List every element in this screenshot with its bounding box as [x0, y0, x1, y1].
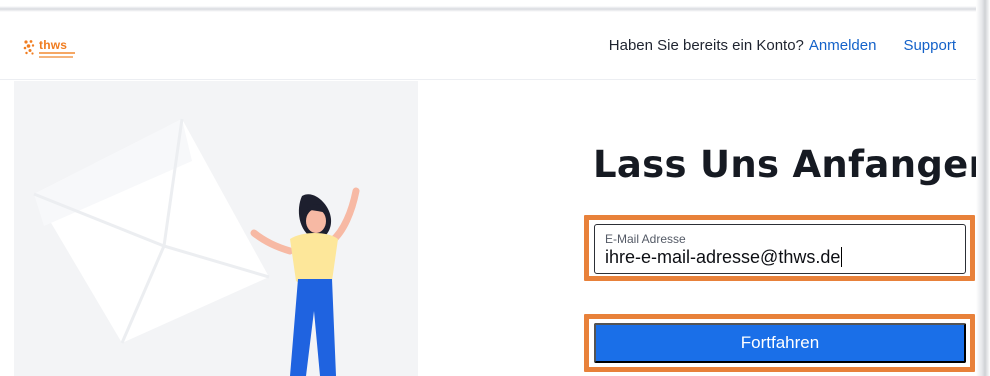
email-field[interactable]: E-Mail Adresse ihre-e-mail-adresse@thws.… [594, 224, 966, 274]
email-field-value: ihre-e-mail-adresse@thws.de [605, 247, 841, 267]
welcome-illustration [14, 81, 418, 376]
login-link[interactable]: Anmelden [809, 37, 877, 54]
support-link[interactable]: Support [903, 37, 956, 54]
person-illustration [250, 187, 360, 376]
envelope-icon [33, 118, 270, 344]
site-header: thws Haben Sie bereits ein Konto? Anmeld… [0, 12, 976, 80]
logo-tagline-line [39, 52, 75, 54]
envelope-person-illustration [33, 118, 360, 376]
window-top-edge [0, 0, 990, 12]
page-title: Lass Uns Anfangen [593, 143, 990, 186]
thws-logo-icon [23, 40, 35, 55]
thws-logo[interactable]: thws [22, 39, 92, 63]
text-cursor [841, 247, 843, 267]
logo-wordmark: thws [39, 38, 68, 52]
header-nav: Haben Sie bereits ein Konto? Anmelden Su… [609, 37, 956, 54]
account-prompt: Haben Sie bereits ein Konto? [608, 37, 804, 54]
continue-button[interactable]: Fortfahren [594, 323, 966, 363]
logo-tagline-line [39, 56, 73, 58]
email-field-label: E-Mail Adresse [605, 232, 686, 246]
window-right-edge [976, 0, 990, 376]
browser-window: thws Haben Sie bereits ein Konto? Anmeld… [0, 0, 990, 376]
